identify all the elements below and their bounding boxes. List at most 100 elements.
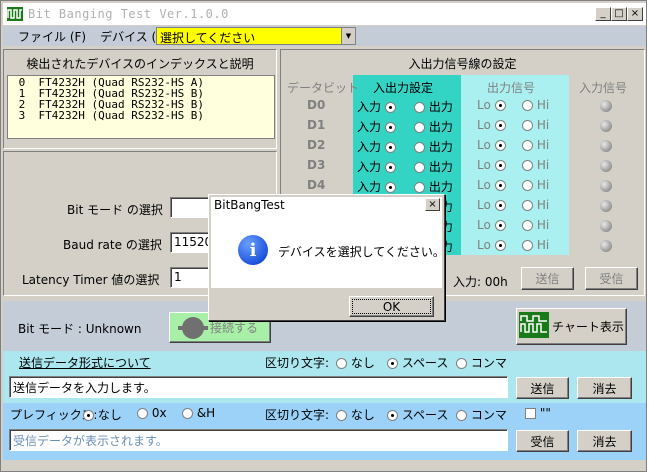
send-delimiter-label: 区切り文字:: [265, 356, 330, 370]
bit-input-radio[interactable]: 入力: [357, 98, 396, 115]
bit-hi-radio[interactable]: Hi: [522, 198, 549, 212]
bit-hi-radio[interactable]: Hi: [522, 98, 549, 112]
bit-lo-radio[interactable]: Lo: [477, 118, 506, 132]
radio-checked-icon: [494, 120, 506, 131]
bit-hi-radio[interactable]: Hi: [522, 218, 549, 232]
dialog-close-icon[interactable]: ×: [425, 198, 440, 211]
send-button[interactable]: 送信: [516, 377, 569, 399]
io-recv-button[interactable]: 受信: [585, 267, 638, 290]
bit-output-radio[interactable]: 出力: [414, 138, 453, 155]
input-signal-header: 入力信号: [579, 81, 628, 95]
radio-icon: [336, 410, 347, 421]
bit-lo-radio[interactable]: Lo: [477, 198, 506, 212]
bit-input-label: 入力: [357, 180, 382, 194]
bit-output-radio[interactable]: 出力: [414, 118, 453, 135]
chart-icon: [519, 312, 550, 341]
close-icon[interactable]: ×: [627, 7, 643, 21]
connect-label: 接続する: [209, 321, 258, 335]
quote-checkbox[interactable]: "": [525, 406, 551, 420]
baudrate-select[interactable]: 11520: [170, 232, 210, 253]
databit-header: データビット: [287, 81, 360, 95]
input-led-icon: [600, 100, 612, 112]
devices-panel-header: 検出されたデバイスのインデックスと説明: [26, 57, 254, 71]
bit-label: D0: [307, 98, 326, 112]
bit-hi-radio[interactable]: Hi: [522, 118, 549, 132]
send-delim-comma-label: コンマ: [470, 356, 507, 370]
send-data-input[interactable]: 送信データを入力します。: [9, 376, 508, 398]
maximize-icon[interactable]: □: [611, 7, 627, 21]
bit-lo-radio[interactable]: Lo: [477, 158, 506, 172]
io-send-button[interactable]: 送信: [521, 267, 574, 290]
recv-delim-none[interactable]: なし: [336, 406, 375, 423]
input-value: 入力: 00h: [453, 275, 508, 289]
radio-checked-icon: [494, 200, 506, 211]
input-led-icon: [600, 220, 612, 232]
device-list-item[interactable]: 3 FT4232H (Quad RS232-HS B): [12, 110, 274, 121]
dialog-ok-button[interactable]: OK: [349, 296, 434, 317]
menu-file[interactable]: ファイル (F): [11, 28, 93, 45]
send-delim-space[interactable]: スペース: [387, 354, 448, 371]
bit-hi-radio[interactable]: Hi: [522, 178, 549, 192]
bit-input-label: 入力: [357, 100, 382, 114]
radio-checked-icon: [494, 220, 506, 231]
output-signal-header: 出力信号: [487, 81, 536, 95]
chevron-down-icon[interactable]: ▼: [341, 28, 355, 44]
device-select[interactable]: 選択してください ▼: [156, 27, 356, 45]
recv-delim-space[interactable]: スペース: [387, 406, 448, 423]
bit-hi-radio[interactable]: Hi: [522, 238, 549, 252]
bit-output-label: 出力: [428, 160, 453, 174]
bit-lo-label: Lo: [477, 138, 491, 152]
recv-data-output[interactable]: 受信データが表示されます。: [9, 429, 508, 451]
bit-lo-radio[interactable]: Lo: [477, 178, 506, 192]
bit-output-radio[interactable]: 出力: [414, 158, 453, 175]
bitmode-label: Bit モード の選択: [67, 203, 163, 217]
send-delim-none[interactable]: なし: [336, 354, 375, 371]
recv-clear-button[interactable]: 消去: [577, 430, 632, 452]
radio-checked-icon: [494, 160, 506, 171]
minimize-icon[interactable]: _: [595, 7, 611, 21]
bitmode-select[interactable]: [170, 197, 210, 218]
prefix-h[interactable]: &H: [182, 406, 215, 420]
bit-input-radio[interactable]: 入力: [357, 138, 396, 155]
bit-lo-radio[interactable]: Lo: [477, 218, 506, 232]
bit-label: D3: [307, 158, 326, 172]
latency-select[interactable]: 1: [170, 267, 210, 288]
device-list[interactable]: 0 FT4232H (Quad RS232-HS A) 1 FT4232H (Q…: [7, 75, 275, 139]
radio-checked-icon: [494, 180, 506, 191]
recv-delimiter-label: 区切り文字:: [265, 408, 330, 422]
bit-output-radio[interactable]: 出力: [414, 178, 453, 195]
bit-lo-radio[interactable]: Lo: [477, 98, 506, 112]
radio-icon: [456, 410, 467, 421]
recv-delim-none-label: なし: [350, 408, 375, 422]
send-format-link[interactable]: 送信データ形式について: [19, 354, 151, 371]
bit-input-radio[interactable]: 入力: [357, 178, 396, 195]
bit-hi-label: Hi: [536, 198, 550, 212]
radio-icon: [522, 180, 533, 191]
bit-hi-label: Hi: [536, 118, 550, 132]
bit-lo-radio[interactable]: Lo: [477, 238, 506, 252]
chart-button[interactable]: チャート表示: [516, 308, 627, 345]
radio-checked-icon: [384, 162, 396, 173]
bit-lo-radio[interactable]: Lo: [477, 138, 506, 152]
title-bar[interactable]: Bit Banging Test Ver.1.0.0 _ □ ×: [3, 3, 646, 25]
send-delim-none-label: なし: [350, 356, 375, 370]
radio-checked-icon: [384, 142, 396, 153]
prefix-0x[interactable]: 0x: [137, 406, 167, 420]
bit-lo-label: Lo: [477, 118, 491, 132]
recv-button[interactable]: 受信: [516, 430, 569, 452]
recv-delim-comma[interactable]: コンマ: [456, 406, 507, 423]
bit-input-radio[interactable]: 入力: [357, 158, 396, 175]
bit-output-radio[interactable]: 出力: [414, 98, 453, 115]
bit-output-label: 出力: [428, 100, 453, 114]
radio-checked-icon: [494, 240, 506, 251]
send-clear-button[interactable]: 消去: [577, 377, 632, 399]
bit-input-radio[interactable]: 入力: [357, 118, 396, 135]
send-delim-comma[interactable]: コンマ: [456, 354, 507, 371]
bit-hi-radio[interactable]: Hi: [522, 158, 549, 172]
bit-hi-radio[interactable]: Hi: [522, 138, 549, 152]
quote-label: "": [539, 406, 551, 420]
bit-label: D4: [307, 178, 326, 192]
prefix-none[interactable]: なし: [83, 406, 122, 423]
bit-label: D2: [307, 138, 326, 152]
checkbox-icon: [525, 408, 536, 419]
